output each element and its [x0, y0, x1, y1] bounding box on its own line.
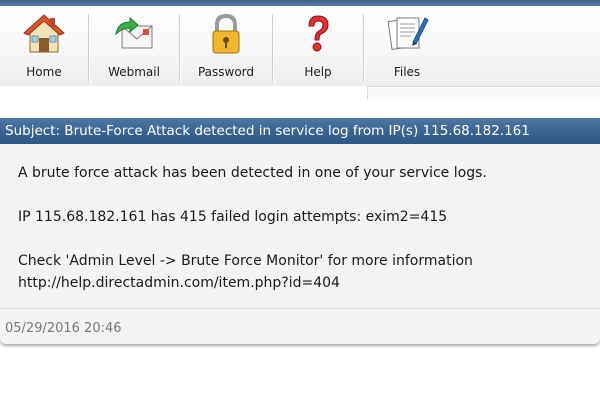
- files-button[interactable]: Files: [364, 6, 450, 86]
- envelope-icon: [112, 12, 156, 56]
- divider: [0, 308, 600, 309]
- toolbar: Home Webmail Password Help Files: [0, 6, 600, 86]
- message-subject: Subject: Brute-Force Attack detected in …: [0, 118, 600, 144]
- message-line: Check 'Admin Level -> Brute Force Monito…: [18, 253, 473, 269]
- message-body: A brute force attack has been detected i…: [18, 162, 588, 294]
- help-button[interactable]: Help: [273, 6, 363, 86]
- help-label: Help: [304, 65, 332, 79]
- message-date: 05/29/2016 20:46: [5, 321, 122, 336]
- message-line: A brute force attack has been detected i…: [18, 165, 487, 181]
- home-icon: [22, 12, 66, 56]
- webmail-label: Webmail: [108, 65, 160, 79]
- password-label: Password: [197, 65, 255, 79]
- help-link[interactable]: http://help.directadmin.com/item.php?id=…: [18, 272, 588, 294]
- message-line: IP 115.68.182.161 has 415 failed login a…: [18, 209, 448, 225]
- question-mark-icon: [296, 12, 340, 56]
- toolbar-shelf: [367, 86, 600, 99]
- message-panel: Subject: Brute-Force Attack detected in …: [0, 118, 600, 344]
- files-label: Files: [393, 65, 421, 79]
- webmail-button[interactable]: Webmail: [89, 6, 179, 86]
- home-button[interactable]: Home: [0, 6, 88, 86]
- files-icon: [385, 12, 429, 56]
- home-label: Home: [26, 65, 62, 79]
- padlock-icon: [204, 12, 248, 56]
- password-button[interactable]: Password: [180, 6, 272, 86]
